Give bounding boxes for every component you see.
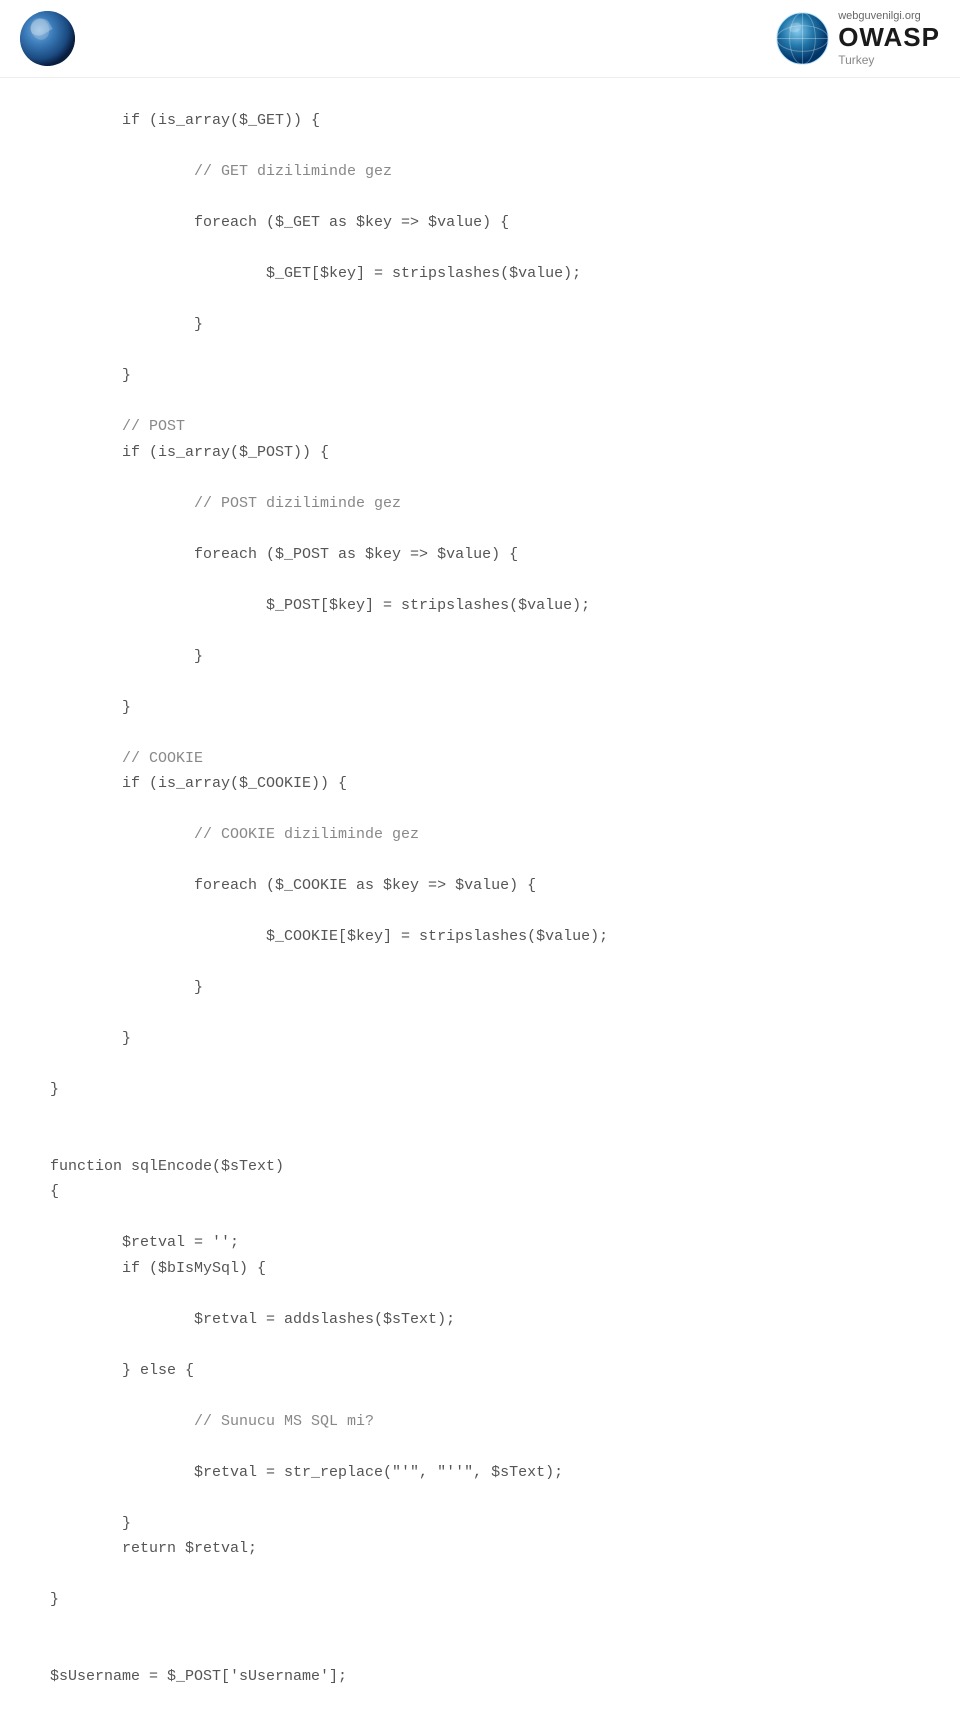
code-line (50, 567, 910, 593)
code-line (50, 1613, 910, 1639)
code-line (50, 618, 910, 644)
left-logo-icon (20, 11, 75, 66)
code-line: foreach ($_POST as $key => $value) { (50, 542, 910, 568)
code-line (50, 797, 910, 823)
code-line (50, 338, 910, 364)
code-block: if (is_array($_GET)) { // GET dizilimind… (0, 78, 960, 1719)
code-line: // COOKIE diziliminde gez (50, 822, 910, 848)
code-line: { (50, 1179, 910, 1205)
code-line: $_COOKIE[$key] = stripslashes($value); (50, 924, 910, 950)
code-line (50, 236, 910, 262)
code-line (50, 1281, 910, 1307)
left-logo (20, 11, 75, 66)
code-line (50, 1485, 910, 1511)
owasp-site-label: webguvenilgi.org (838, 10, 921, 22)
code-line: // Sunucu MS SQL mi? (50, 1409, 910, 1435)
code-line: } else { (50, 1358, 910, 1384)
code-line (50, 1332, 910, 1358)
code-line: // COOKIE (50, 746, 910, 772)
code-line: $retval = ''; (50, 1230, 910, 1256)
code-line: if (is_array($_POST)) { (50, 440, 910, 466)
code-line (50, 516, 910, 542)
code-line (50, 899, 910, 925)
code-line: // GET diziliminde gez (50, 159, 910, 185)
code-line: } (50, 644, 910, 670)
code-line: foreach ($_GET as $key => $value) { (50, 210, 910, 236)
code-line: function sqlEncode($sText) (50, 1154, 910, 1180)
code-line (50, 465, 910, 491)
code-line: } (50, 1077, 910, 1103)
code-line (50, 1383, 910, 1409)
code-line: foreach ($_COOKIE as $key => $value) { (50, 873, 910, 899)
code-line: } (50, 695, 910, 721)
code-line (50, 669, 910, 695)
code-line: } (50, 1511, 910, 1537)
code-line: } (50, 1587, 910, 1613)
code-line (50, 287, 910, 313)
code-line (50, 1128, 910, 1154)
code-line (50, 720, 910, 746)
code-line: if ($bIsMySql) { (50, 1256, 910, 1282)
owasp-globe-icon (775, 11, 830, 66)
code-line: $sUsername = $_POST['sUsername']; (50, 1664, 910, 1690)
code-line: $_POST[$key] = stripslashes($value); (50, 593, 910, 619)
code-line (50, 1001, 910, 1027)
code-line (50, 1052, 910, 1078)
code-line: // POST diziliminde gez (50, 491, 910, 517)
code-line: } (50, 363, 910, 389)
code-line (50, 185, 910, 211)
code-line: $retval = str_replace("'", "''", $sText)… (50, 1460, 910, 1486)
code-line (50, 1434, 910, 1460)
owasp-turkey-label: Turkey (838, 53, 874, 67)
code-line (50, 1103, 910, 1129)
owasp-logo: webguvenilgi.org OWASP Turkey (775, 10, 940, 67)
code-line (50, 848, 910, 874)
code-line (50, 389, 910, 415)
page-header: webguvenilgi.org OWASP Turkey (0, 0, 960, 78)
code-line (50, 1562, 910, 1588)
code-line (50, 950, 910, 976)
code-line (50, 1638, 910, 1664)
owasp-text: webguvenilgi.org OWASP Turkey (838, 10, 940, 67)
code-line (50, 1205, 910, 1231)
code-line: } (50, 975, 910, 1001)
code-line: if (is_array($_COOKIE)) { (50, 771, 910, 797)
code-line: } (50, 1026, 910, 1052)
code-line: } (50, 312, 910, 338)
code-line: $retval = addslashes($sText); (50, 1307, 910, 1333)
code-line: // POST (50, 414, 910, 440)
code-line: return $retval; (50, 1536, 910, 1562)
code-line: if (is_array($_GET)) { (50, 108, 910, 134)
code-line: $_GET[$key] = stripslashes($value); (50, 261, 910, 287)
code-line (50, 134, 910, 160)
owasp-name-label: OWASP (838, 22, 940, 53)
